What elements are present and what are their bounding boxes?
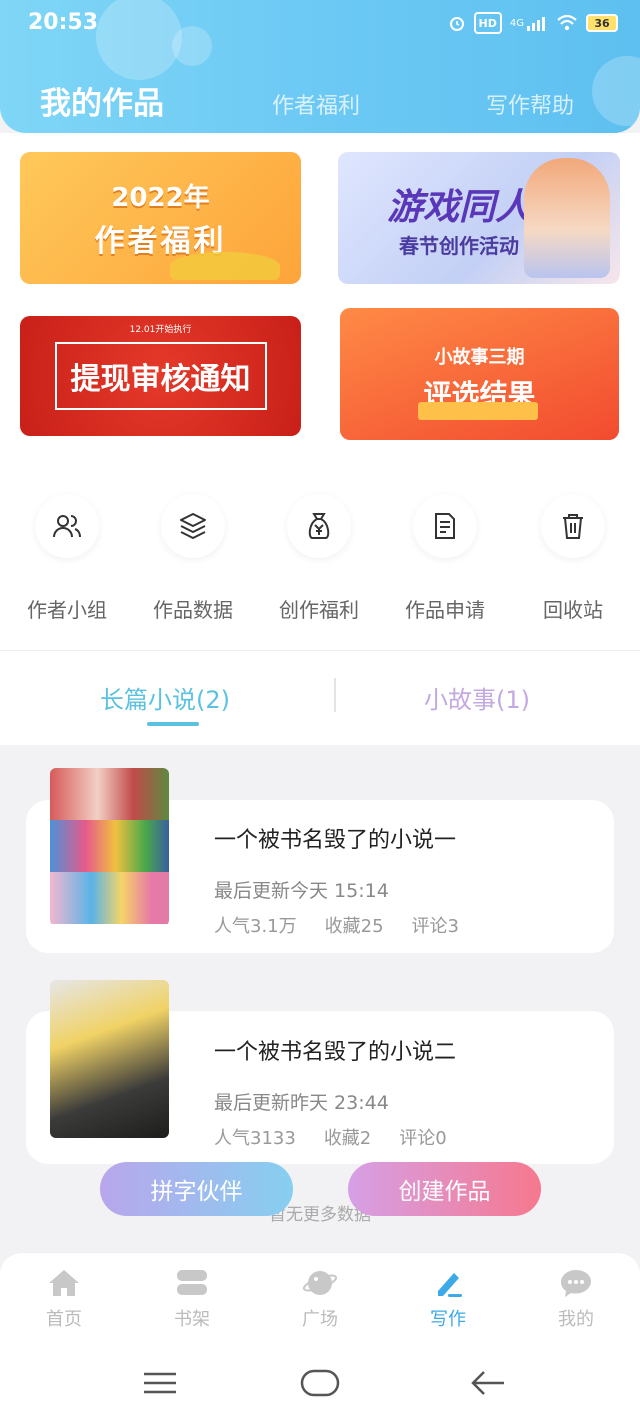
banner-text: 小故事三期: [434, 347, 525, 368]
banner-subtext: 12.01开始执行: [129, 325, 192, 335]
divider: [0, 650, 640, 651]
page-title: 我的作品: [40, 86, 164, 122]
nav-writing[interactable]: 写作: [384, 1267, 512, 1331]
grid-label: 创作福利: [279, 598, 359, 622]
decor-bubble: [96, 0, 182, 80]
tab-long-novels[interactable]: 长篇小说(2): [100, 680, 230, 715]
grid-item-creation-benefits[interactable]: 创作福利: [256, 494, 382, 623]
system-nav-bar: [0, 1348, 640, 1422]
tab-separator: [334, 678, 336, 712]
nav-label: 首页: [46, 1309, 82, 1330]
banner-text: 春节创作活动: [399, 233, 519, 258]
nav-mine[interactable]: 我的: [512, 1267, 640, 1331]
status-icons: HD 4G 36: [448, 12, 618, 34]
pen-icon: [438, 1273, 462, 1297]
active-tab-indicator: [147, 722, 199, 726]
no-more-data: 暂无更多数据: [269, 1205, 371, 1225]
decor-bubble: [592, 56, 640, 126]
book-title: 一个被书名毁了的小说一: [214, 828, 457, 853]
signal-icon: 4G: [510, 12, 548, 34]
grid-label: 作品数据: [153, 598, 233, 622]
banner-text: 游戏同人: [386, 186, 531, 228]
home-icon: [49, 1270, 79, 1296]
people-icon: [35, 494, 99, 558]
partner-button[interactable]: 拼字伙伴: [100, 1162, 293, 1216]
planet-icon: [302, 1271, 338, 1295]
grid-label: 作品申请: [405, 598, 485, 622]
nav-label: 广场: [302, 1309, 338, 1330]
grid-item-recycle-bin[interactable]: 回收站: [510, 494, 636, 623]
feature-grid: 作者小组 作品数据 创作福利 作品申请 回收站: [0, 494, 640, 634]
home-button-icon[interactable]: [300, 1368, 340, 1398]
bottom-nav: 首页 书架 广场 写作 我的: [0, 1252, 640, 1348]
stage-illustration: [418, 402, 538, 420]
trash-icon: [541, 494, 605, 558]
tab-writing-help[interactable]: 写作帮助: [486, 88, 574, 120]
comments: 评论0: [399, 1128, 447, 1149]
grid-item-work-application[interactable]: 作品申请: [382, 494, 508, 623]
hd-icon: HD: [473, 12, 502, 34]
alarm-icon: [448, 12, 466, 34]
book-title: 一个被书名毁了的小说二: [214, 1040, 457, 1065]
chat-icon: [561, 1270, 591, 1297]
nav-label: 书架: [174, 1309, 210, 1330]
app-header: 20:53 HD 4G 36 我的作品 作者福利 写作帮助: [0, 0, 640, 133]
comments: 评论3: [411, 916, 459, 937]
banner-story-results[interactable]: 小故事三期 评选结果: [340, 308, 619, 440]
create-work-button[interactable]: 创建作品: [348, 1162, 541, 1216]
banner-fanfic-event[interactable]: 游戏同人 春节创作活动: [338, 152, 620, 284]
tab-short-stories[interactable]: 小故事(1): [424, 680, 530, 715]
character-illustration: [524, 158, 610, 278]
back-icon[interactable]: [470, 1368, 506, 1398]
banner-withdrawal-notice[interactable]: 12.01开始执行 提现审核通知: [20, 316, 301, 436]
popularity: 人气3133: [214, 1128, 296, 1149]
book-cover: [50, 768, 169, 926]
nav-label: 我的: [558, 1309, 594, 1330]
book-stats: 人气3.1万 收藏25 评论3: [214, 912, 459, 938]
bookshelf-icon: [177, 1270, 207, 1295]
nav-label: 写作: [430, 1309, 466, 1330]
favorites: 收藏2: [323, 1128, 372, 1149]
banner-text: 2022年: [111, 182, 210, 213]
status-time: 20:53: [28, 10, 99, 35]
banner-author-benefits[interactable]: 2022年 作者福利: [20, 152, 301, 284]
book-cover: [50, 980, 169, 1138]
grid-label: 作者小组: [27, 598, 107, 622]
banner-text: 提现审核通知: [54, 342, 267, 410]
layers-icon: [161, 494, 225, 558]
book-update-time: 最后更新今天 15:14: [214, 880, 389, 902]
nav-home[interactable]: 首页: [0, 1267, 128, 1331]
decor-bubble: [172, 26, 212, 66]
book-stats: 人气3133 收藏2 评论0: [214, 1124, 447, 1150]
book-update-time: 最后更新昨天 23:44: [214, 1092, 389, 1114]
battery-icon: 36: [586, 14, 618, 32]
nav-square[interactable]: 广场: [256, 1267, 384, 1331]
document-icon: [413, 494, 477, 558]
money-bag-icon: [287, 494, 351, 558]
favorites: 收藏25: [324, 916, 384, 937]
coins-illustration: [170, 252, 280, 280]
popularity: 人气3.1万: [214, 916, 297, 937]
nav-bookshelf[interactable]: 书架: [128, 1267, 256, 1331]
wifi-icon: [556, 12, 578, 34]
grid-item-author-group[interactable]: 作者小组: [4, 494, 130, 623]
menu-icon[interactable]: [142, 1368, 178, 1398]
tab-author-benefits[interactable]: 作者福利: [272, 88, 360, 120]
grid-label: 回收站: [543, 598, 603, 622]
grid-item-work-data[interactable]: 作品数据: [130, 494, 256, 623]
